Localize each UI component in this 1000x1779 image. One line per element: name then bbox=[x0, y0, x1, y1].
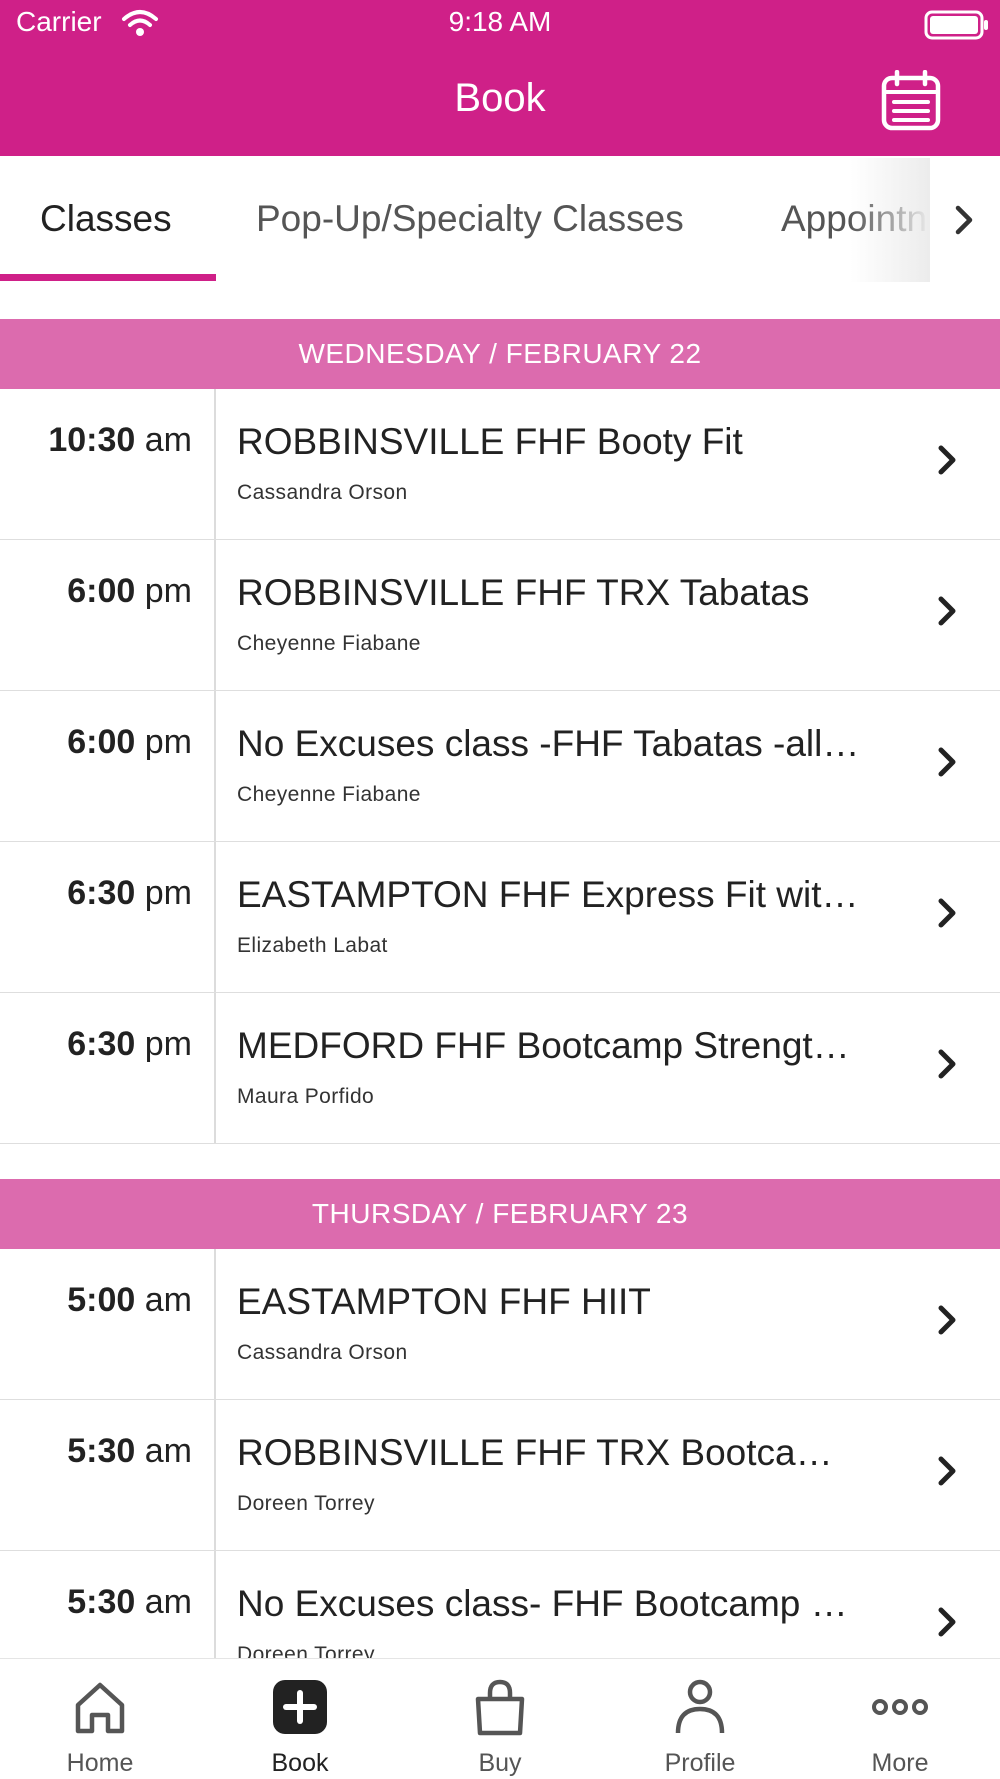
class-time: 6:30 pm bbox=[67, 1025, 192, 1063]
chevron-right-icon bbox=[936, 593, 960, 634]
tab-bar-profile[interactable]: Profile bbox=[600, 1659, 800, 1779]
class-instructor: Cheyenne Fiabane bbox=[237, 632, 421, 655]
chevron-right-icon bbox=[936, 1453, 960, 1494]
time-column: 6:30 pm bbox=[0, 993, 216, 1143]
class-time: 6:00 pm bbox=[67, 723, 192, 761]
tabs-scroll-right-icon[interactable] bbox=[950, 200, 980, 245]
class-time: 5:30 am bbox=[67, 1583, 192, 1621]
book-plus-icon bbox=[270, 1677, 330, 1737]
profile-icon bbox=[670, 1677, 730, 1737]
chevron-right-icon bbox=[936, 1046, 960, 1087]
class-time: 5:30 am bbox=[67, 1432, 192, 1470]
class-name: EASTAMPTON FHF Express Fit wit… bbox=[237, 874, 859, 915]
class-instructor: Maura Porfido bbox=[237, 1085, 375, 1108]
chevron-right-icon bbox=[936, 1302, 960, 1343]
class-name: ROBBINSVILLE FHF TRX Tabatas bbox=[237, 572, 810, 613]
class-name: EASTAMPTON FHF HIIT bbox=[237, 1281, 651, 1322]
chevron-right-icon bbox=[936, 895, 960, 936]
tab-bar-label: Profile bbox=[664, 1749, 736, 1777]
date-header: WEDNESDAY / FEBRUARY 22 bbox=[0, 319, 1000, 389]
date-header: THURSDAY / FEBRUARY 23 bbox=[0, 1179, 1000, 1249]
tab-bar-label: More bbox=[871, 1749, 929, 1777]
status-bar: Carrier 9:18 AM bbox=[0, 0, 1000, 46]
chevron-right-icon bbox=[936, 1604, 960, 1645]
tab-bar-book[interactable]: Book bbox=[200, 1659, 400, 1779]
class-instructor: Elizabeth Labat bbox=[237, 934, 388, 957]
class-row[interactable]: 6:30 pm EASTAMPTON FHF Express Fit wit… … bbox=[0, 842, 1000, 993]
class-time: 6:00 pm bbox=[67, 572, 192, 610]
active-tab-indicator bbox=[0, 274, 216, 281]
class-row[interactable]: 6:00 pm No Excuses class -FHF Tabatas -a… bbox=[0, 691, 1000, 842]
class-row[interactable]: 6:30 pm MEDFORD FHF Bootcamp Strengt… Ma… bbox=[0, 993, 1000, 1144]
class-name: No Excuses class -FHF Tabatas -all… bbox=[237, 723, 860, 764]
tab-bar-label: Book bbox=[271, 1749, 329, 1777]
nav-bar: Book bbox=[0, 46, 1000, 156]
class-instructor: Cassandra Orson bbox=[237, 481, 408, 504]
status-time: 9:18 AM bbox=[448, 6, 552, 37]
tab-bar-home[interactable]: Home bbox=[0, 1659, 200, 1779]
shopping-bag-icon bbox=[470, 1677, 530, 1737]
class-name: ROBBINSVILLE FHF TRX Bootca… bbox=[237, 1432, 833, 1473]
tab-bar-buy[interactable]: Buy bbox=[400, 1659, 600, 1779]
tab-classes[interactable]: Classes bbox=[40, 198, 172, 240]
tab-popup-specialty-classes[interactable]: Pop-Up/Specialty Classes bbox=[256, 198, 684, 240]
class-time: 10:30 am bbox=[48, 421, 192, 459]
page-title: Book bbox=[454, 76, 546, 120]
class-name: ROBBINSVILLE FHF Booty Fit bbox=[237, 421, 743, 462]
more-icon bbox=[870, 1677, 930, 1737]
time-column: 10:30 am bbox=[0, 389, 216, 539]
class-instructor: Doreen Torrey bbox=[237, 1492, 375, 1515]
time-column: 6:00 pm bbox=[0, 540, 216, 690]
home-icon bbox=[70, 1677, 130, 1737]
tab-bar-more[interactable]: More bbox=[800, 1659, 1000, 1779]
chevron-right-icon bbox=[936, 442, 960, 483]
battery-icon bbox=[924, 10, 990, 45]
class-row[interactable]: 10:30 am ROBBINSVILLE FHF Booty Fit Cass… bbox=[0, 389, 1000, 540]
chevron-right-icon bbox=[936, 744, 960, 785]
tab-bar-label: Home bbox=[66, 1749, 134, 1777]
time-column: 5:00 am bbox=[0, 1249, 216, 1399]
class-row[interactable]: 6:00 pm ROBBINSVILLE FHF TRX Tabatas Che… bbox=[0, 540, 1000, 691]
time-column: 6:00 pm bbox=[0, 691, 216, 841]
class-instructor: Cassandra Orson bbox=[237, 1341, 408, 1364]
class-time: 6:30 pm bbox=[67, 874, 192, 912]
class-instructor: Cheyenne Fiabane bbox=[237, 783, 421, 806]
class-row[interactable]: 5:30 am ROBBINSVILLE FHF TRX Bootca… Dor… bbox=[0, 1400, 1000, 1551]
class-time: 5:00 am bbox=[67, 1281, 192, 1319]
time-column: 5:30 am bbox=[0, 1400, 216, 1550]
class-row[interactable]: 5:00 am EASTAMPTON FHF HIIT Cassandra Or… bbox=[0, 1249, 1000, 1400]
calendar-icon[interactable] bbox=[880, 69, 942, 132]
bottom-tab-bar: Home Book Buy Profile More bbox=[0, 1658, 1000, 1779]
time-column: 6:30 pm bbox=[0, 842, 216, 992]
class-name: MEDFORD FHF Bootcamp Strengt… bbox=[237, 1025, 850, 1066]
tab-bar-label: Buy bbox=[478, 1749, 522, 1777]
class-name: No Excuses class- FHF Bootcamp … bbox=[237, 1583, 848, 1624]
tab-overflow-fade bbox=[850, 158, 930, 282]
